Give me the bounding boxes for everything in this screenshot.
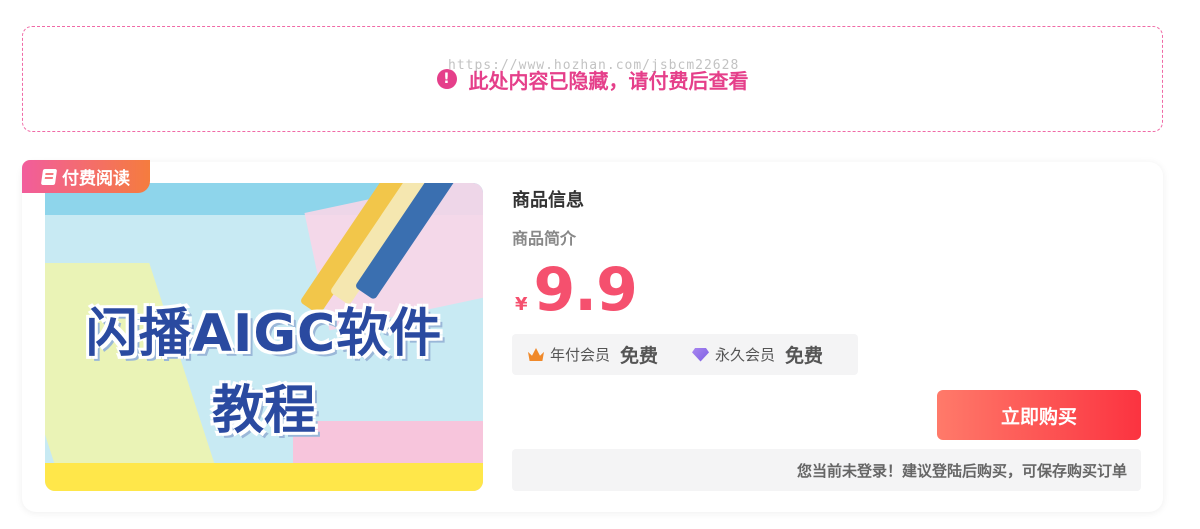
exclamation-circle-icon: !: [436, 69, 457, 89]
buy-now-button[interactable]: 立即购买: [937, 390, 1141, 440]
product-info-subtitle: 商品简介: [512, 229, 577, 248]
product-info-title: 商品信息: [512, 190, 584, 211]
login-tip: 您当前未登录！建议登陆后购买，可保存购买订单: [512, 449, 1141, 491]
product-price: ¥ 9.9: [515, 255, 638, 325]
diamond-icon: [692, 347, 710, 362]
thumbnail-title-line1: 闪播AIGC软件: [85, 304, 443, 364]
member-lifetime-value: 免费: [785, 345, 824, 367]
hidden-content-text: 此处内容已隐藏，请付费后查看: [468, 68, 749, 93]
book-icon: [40, 168, 58, 185]
member-lifetime: 永久会员 免费: [692, 341, 823, 368]
thumbnail-title-line2: 教程: [211, 381, 316, 441]
paid-reading-label: 付费阅读: [62, 169, 130, 189]
thumbnail-band-bottom: [45, 463, 483, 491]
hidden-content-notice: ! 此处内容已隐藏，请付费后查看: [22, 26, 1163, 132]
member-lifetime-label: 永久会员: [715, 346, 776, 364]
price-currency: ¥: [515, 294, 528, 315]
member-pricing: 年付会员 免费 永久会员 免费: [512, 334, 858, 375]
product-thumbnail[interactable]: 闪播AIGC软件 教程: [45, 183, 483, 491]
hidden-content-message: ! 此处内容已隐藏，请付费后查看: [436, 65, 749, 94]
member-annual-label: 年付会员: [550, 346, 611, 364]
crown-icon: [528, 348, 544, 361]
member-annual: 年付会员 免费: [528, 341, 658, 368]
price-value: 9.9: [533, 255, 638, 325]
member-annual-value: 免费: [620, 345, 659, 367]
paid-reading-badge: 付费阅读: [22, 160, 150, 193]
